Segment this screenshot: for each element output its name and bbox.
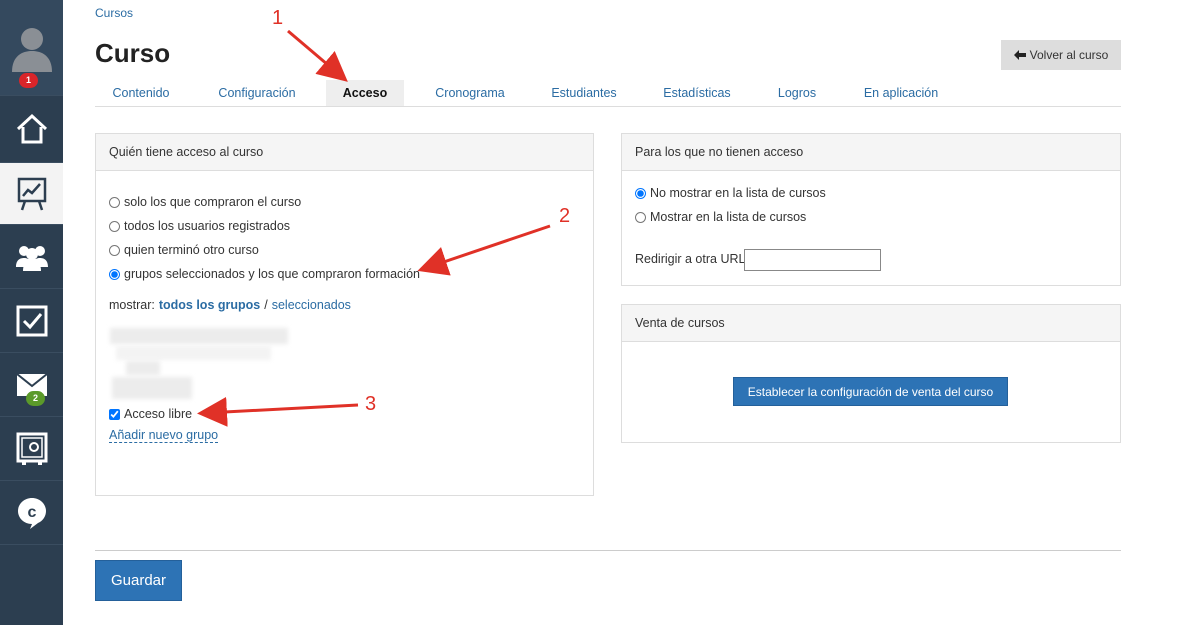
blurred-group-row [110, 328, 288, 344]
radio-purchased[interactable] [109, 196, 120, 208]
show-selected-link[interactable]: seleccionados [272, 298, 351, 312]
add-group-link[interactable]: Añadir nuevo grupo [109, 428, 219, 443]
chat-logo-icon: c [17, 497, 46, 529]
sidebar-item-chat[interactable]: c [0, 481, 63, 545]
back-button-label: Volver al curso [1029, 48, 1109, 62]
back-to-course-button[interactable]: Volver al curso [1001, 40, 1121, 70]
redirect-url-input[interactable] [744, 249, 881, 271]
sidebar: 1 2 c [0, 0, 63, 625]
free-access-label: Acceso libre [124, 407, 193, 421]
redirect-label: Redirigir a otra URL [635, 252, 746, 266]
no-access-option-show[interactable]: Mostrar en la lista de cursos [635, 210, 806, 224]
sidebar-item-messages[interactable] [0, 353, 63, 417]
sidebar-item-courses[interactable] [0, 163, 63, 225]
courses-chart-icon [17, 177, 46, 210]
annotation-number-2: 2 [559, 205, 571, 227]
tab-en-aplicacion[interactable]: En aplicación [855, 80, 947, 106]
home-icon [16, 113, 47, 144]
tab-acceso[interactable]: Acceso [326, 80, 404, 106]
radio-finished-other[interactable] [109, 244, 120, 256]
tab-estudiantes[interactable]: Estudiantes [543, 80, 625, 106]
show-all-groups-link[interactable]: todos los grupos [159, 298, 260, 312]
safe-icon [16, 432, 47, 465]
messages-badge[interactable]: 2 [26, 391, 46, 406]
tab-configuracion[interactable]: Configuración [207, 80, 307, 106]
user-avatar-icon [11, 27, 52, 72]
footer-divider [95, 550, 1121, 551]
tab-contenido[interactable]: Contenido [95, 80, 187, 106]
radio-registered[interactable] [109, 220, 120, 232]
radio-selected-groups[interactable] [109, 268, 120, 280]
no-access-option-hide[interactable]: No mostrar en la lista de cursos [635, 186, 826, 200]
access-option-purchased[interactable]: solo los que compraron el curso [109, 195, 301, 209]
access-panel-title: Quién tiene acceso al curso [96, 134, 593, 171]
sidebar-item-home[interactable] [0, 96, 63, 163]
breadcrumb-courses[interactable]: Cursos [95, 6, 133, 20]
course-sale-panel-title: Venta de cursos [622, 305, 1120, 342]
sale-settings-button[interactable]: Establecer la configuración de venta del… [733, 377, 1008, 406]
course-tabs: Contenido Configuración Acceso Cronogram… [95, 80, 1121, 107]
radio-hide-in-list[interactable] [635, 187, 646, 199]
sidebar-item-safe[interactable] [0, 417, 63, 481]
access-option-label: solo los que compraron el curso [124, 195, 302, 209]
free-access-checkbox[interactable] [109, 408, 120, 420]
users-group-icon [15, 245, 48, 271]
access-option-registered[interactable]: todos los usuarios registrados [109, 219, 290, 233]
arrow-left-icon [1013, 50, 1026, 60]
page-title: Curso [95, 38, 171, 68]
annotation-number-3: 3 [365, 393, 377, 415]
blurred-group-row [116, 346, 271, 360]
notifications-badge[interactable]: 1 [19, 73, 39, 88]
sidebar-item-tasks[interactable] [0, 289, 63, 353]
no-access-option-label: No mostrar en la lista de cursos [650, 186, 826, 200]
radio-show-in-list[interactable] [635, 211, 646, 223]
show-filter: mostrar: todos los grupos / seleccionado… [109, 298, 351, 312]
course-sale-panel: Venta de cursos [621, 304, 1121, 443]
svg-text:c: c [27, 504, 36, 521]
show-label: mostrar: [109, 298, 155, 312]
access-option-label: todos los usuarios registrados [124, 219, 291, 233]
tab-cronograma[interactable]: Cronograma [425, 80, 515, 106]
blurred-group-row [126, 361, 160, 375]
tab-estadisticas[interactable]: Estadísticas [655, 80, 739, 106]
access-option-label: quien terminó otro curso [124, 243, 259, 257]
annotation-arrow-1 [287, 29, 348, 82]
no-access-option-label: Mostrar en la lista de cursos [650, 210, 807, 224]
no-access-panel-title: Para los que no tienen acceso [622, 134, 1120, 171]
access-option-finished-other[interactable]: quien terminó otro curso [109, 243, 259, 257]
blurred-group-row [112, 377, 192, 399]
show-separator: / [264, 298, 268, 312]
access-option-label: grupos seleccionados y los que compraron… [124, 267, 420, 281]
tab-logros[interactable]: Logros [770, 80, 824, 106]
annotation-number-1: 1 [272, 7, 284, 29]
sidebar-item-users[interactable] [0, 225, 63, 289]
save-button[interactable]: Guardar [95, 560, 182, 601]
access-option-selected-groups[interactable]: grupos seleccionados y los que compraron… [109, 267, 420, 281]
checkbox-tasks-icon [16, 305, 47, 336]
free-access-checkbox-row[interactable]: Acceso libre [109, 407, 192, 421]
